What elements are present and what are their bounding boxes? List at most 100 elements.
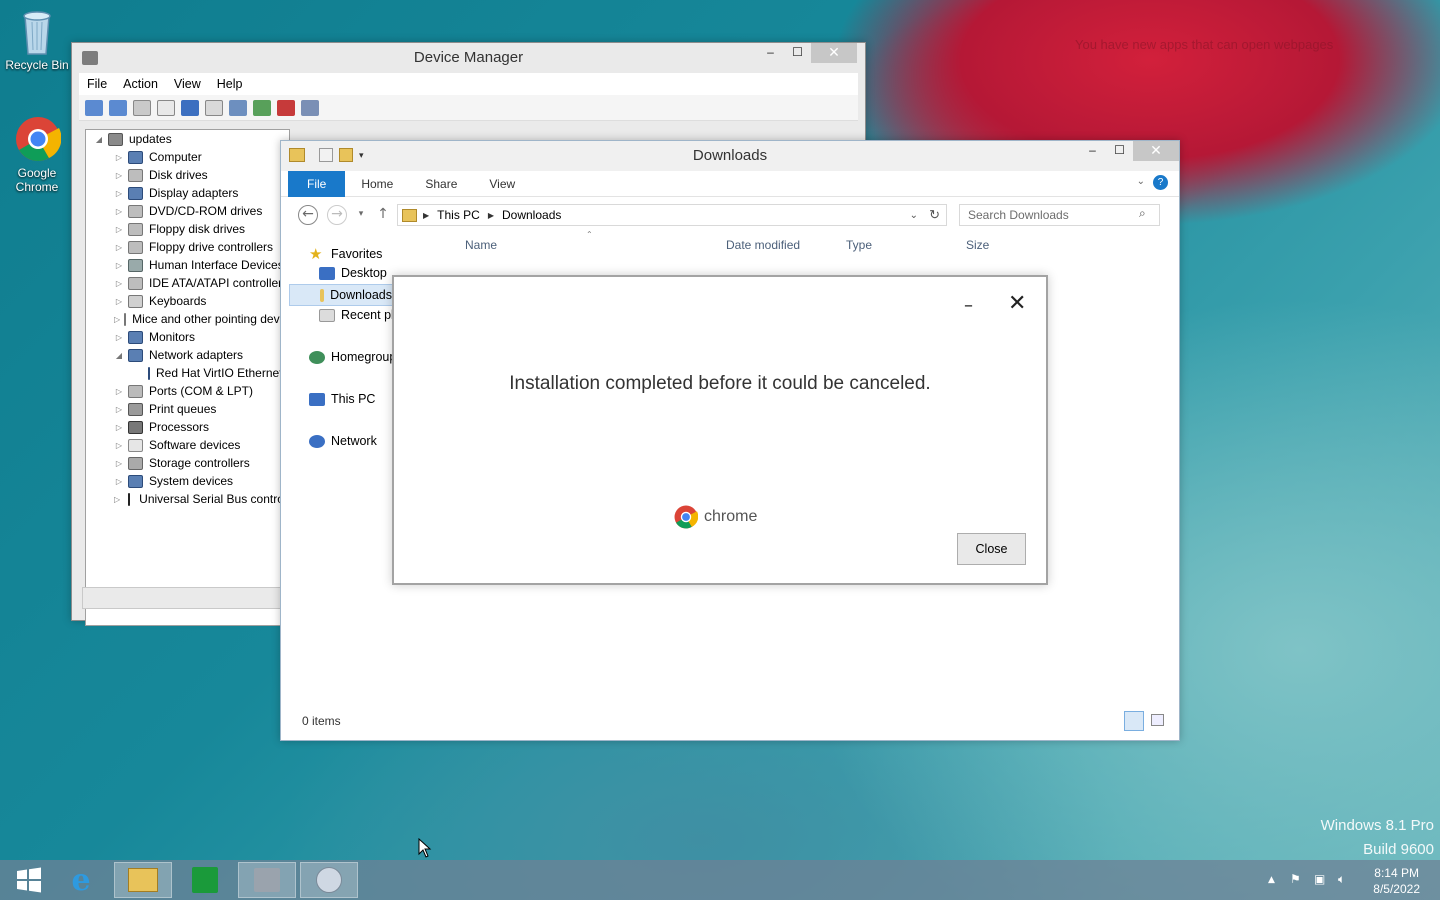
forward-arrow-icon[interactable] [109, 99, 127, 116]
breadcrumb-this-pc[interactable]: This PC [437, 208, 480, 222]
downloads-titlebar[interactable]: ▾ Downloads – ☐ ✕ [281, 141, 1179, 171]
expand-arrow-icon[interactable]: ▷ [114, 189, 124, 198]
minimize-button[interactable]: – [1079, 141, 1106, 161]
desktop-icon-chrome[interactable]: Google Chrome [2, 116, 72, 194]
tree-item-dvd-drives[interactable]: ▷ DVD/CD-ROM drives [86, 202, 289, 220]
nav-desktop[interactable]: Desktop [319, 266, 387, 280]
expand-arrow-icon[interactable]: ▷ [114, 423, 124, 432]
update-driver-icon[interactable] [253, 99, 271, 116]
taskbar-file-explorer[interactable] [114, 862, 172, 898]
tree-item-software-devices[interactable]: ▷ Software devices [86, 436, 289, 454]
tab-view[interactable]: View [473, 171, 531, 197]
tree-item-storage-controllers[interactable]: ▷ Storage controllers [86, 454, 289, 472]
device-manager-titlebar[interactable]: Device Manager – ☐ ✕ [72, 43, 865, 73]
expand-arrow-icon[interactable]: ▷ [114, 261, 124, 270]
minimize-button[interactable]: – [757, 43, 784, 63]
start-button[interactable] [0, 862, 58, 898]
forward-button[interactable]: → [327, 205, 347, 225]
tab-home[interactable]: Home [345, 171, 409, 197]
menu-view[interactable]: View [166, 77, 209, 91]
show-hidden-icons-icon[interactable]: ▲ [1268, 875, 1275, 885]
taskbar-device-manager[interactable] [238, 862, 296, 898]
expand-arrow-icon[interactable]: ▷ [114, 315, 120, 324]
nav-homegroup[interactable]: Homegroup [309, 350, 396, 364]
folder-icon[interactable] [289, 148, 305, 162]
expand-arrow-icon[interactable]: ▷ [114, 243, 124, 252]
help-icon[interactable]: ? [1153, 175, 1168, 190]
address-bar[interactable]: ▶ This PC ▶ Downloads ⌄ ↻ [397, 204, 947, 226]
taskbar-store[interactable] [176, 862, 234, 898]
expand-arrow-icon[interactable]: ▷ [114, 387, 124, 396]
tree-item-virtio-ethernet[interactable]: Red Hat VirtIO Ethernet Adapter [86, 364, 289, 382]
address-dropdown-icon[interactable]: ⌄ [910, 210, 918, 221]
network-status-icon[interactable]: ▣ [1314, 872, 1325, 886]
expand-arrow-icon[interactable]: ▷ [114, 441, 124, 450]
expand-arrow-icon[interactable]: ▷ [114, 279, 124, 288]
expand-arrow-icon[interactable]: ▷ [114, 405, 124, 414]
tree-item-print-queues[interactable]: ▷ Print queues [86, 400, 289, 418]
expand-arrow-icon[interactable]: ▷ [114, 333, 124, 342]
dialog-close-button[interactable]: Close [957, 533, 1026, 565]
help-icon[interactable] [181, 99, 199, 116]
maximize-button[interactable]: ☐ [1106, 141, 1133, 161]
menu-file[interactable]: File [79, 77, 115, 91]
back-arrow-icon[interactable] [85, 99, 103, 116]
customize-toolbar-icon[interactable]: ▾ [359, 148, 364, 162]
large-icons-view-icon[interactable] [1151, 714, 1164, 726]
expand-arrow-icon[interactable]: ▷ [114, 207, 124, 216]
details-view-icon[interactable] [1124, 711, 1144, 731]
tree-item-network-adapters[interactable]: ◢ Network adapters [86, 346, 289, 364]
new-folder-icon[interactable] [339, 148, 353, 162]
expand-arrow-icon[interactable]: ▷ [114, 495, 120, 504]
collapse-arrow-icon[interactable]: ◢ [94, 135, 104, 144]
tree-item-processors[interactable]: ▷ Processors [86, 418, 289, 436]
tab-file[interactable]: File [288, 170, 346, 197]
dialog-minimize-button[interactable]: – [964, 295, 973, 316]
show-hide-tree-icon[interactable] [133, 99, 151, 116]
nav-network[interactable]: Network [309, 434, 377, 448]
volume-muted-icon[interactable]: 🔈︎ [1338, 872, 1345, 887]
recent-locations-icon[interactable]: ▾ [351, 205, 371, 225]
column-date-modified[interactable]: Date modified [726, 238, 800, 252]
tree-item-ports[interactable]: ▷ Ports (COM & LPT) [86, 382, 289, 400]
refresh-icon[interactable]: ↻ [929, 207, 940, 223]
back-button[interactable]: ← [298, 205, 318, 225]
tree-item-keyboards[interactable]: ▷ Keyboards [86, 292, 289, 310]
desktop-icon-recycle-bin[interactable]: Recycle Bin [2, 8, 72, 72]
expand-arrow-icon[interactable]: ▷ [114, 171, 124, 180]
collapse-arrow-icon[interactable]: ◢ [114, 351, 124, 360]
tab-share[interactable]: Share [409, 171, 473, 197]
nav-favorites[interactable]: ★ Favorites [309, 245, 382, 263]
dialog-close-icon[interactable]: ✕ [1008, 291, 1026, 316]
close-button[interactable]: ✕ [811, 43, 857, 63]
up-button[interactable]: ↑ [373, 205, 393, 225]
taskbar-internet-explorer[interactable]: e [52, 862, 110, 898]
search-input[interactable]: Search Downloads [959, 204, 1160, 226]
tree-item-display-adapters[interactable]: ▷ Display adapters [86, 184, 289, 202]
breadcrumb-downloads[interactable]: Downloads [502, 208, 561, 222]
tree-item-computer[interactable]: ▷ Computer [86, 148, 289, 166]
tree-item-monitors[interactable]: ▷ Monitors [86, 328, 289, 346]
taskbar-installer[interactable] [300, 862, 358, 898]
expand-arrow-icon[interactable]: ▷ [114, 477, 124, 486]
device-tree[interactable]: ◢ updates ▷ Computer ▷ Disk drives ▷ Displa… [85, 129, 290, 626]
tree-item-usb[interactable]: ▷ Universal Serial Bus controllers [86, 490, 289, 508]
nav-this-pc[interactable]: This PC [309, 392, 375, 406]
menu-help[interactable]: Help [209, 77, 251, 91]
tree-item-floppy-controllers[interactable]: ▷ Floppy drive controllers [86, 238, 289, 256]
column-type[interactable]: Type [846, 238, 872, 252]
system-clock[interactable]: 8:14 PM 8/5/2022 [1373, 865, 1420, 897]
tree-item-floppy-disk[interactable]: ▷ Floppy disk drives [86, 220, 289, 238]
uninstall-device-icon[interactable] [277, 99, 295, 116]
column-name[interactable]: Name [465, 238, 497, 252]
properties-icon[interactable] [157, 99, 175, 116]
tree-item-ide[interactable]: ▷ IDE ATA/ATAPI controllers [86, 274, 289, 292]
tree-root[interactable]: ◢ updates [86, 130, 289, 148]
scan-hardware-icon[interactable] [229, 99, 247, 116]
nav-downloads[interactable]: Downloads [289, 284, 393, 306]
menu-action[interactable]: Action [115, 77, 166, 91]
tree-item-hid[interactable]: ▷ Human Interface Devices [86, 256, 289, 274]
properties-icon[interactable] [319, 148, 333, 162]
tree-item-mice[interactable]: ▷ Mice and other pointing devices [86, 310, 289, 328]
maximize-button[interactable]: ☐ [784, 43, 811, 63]
